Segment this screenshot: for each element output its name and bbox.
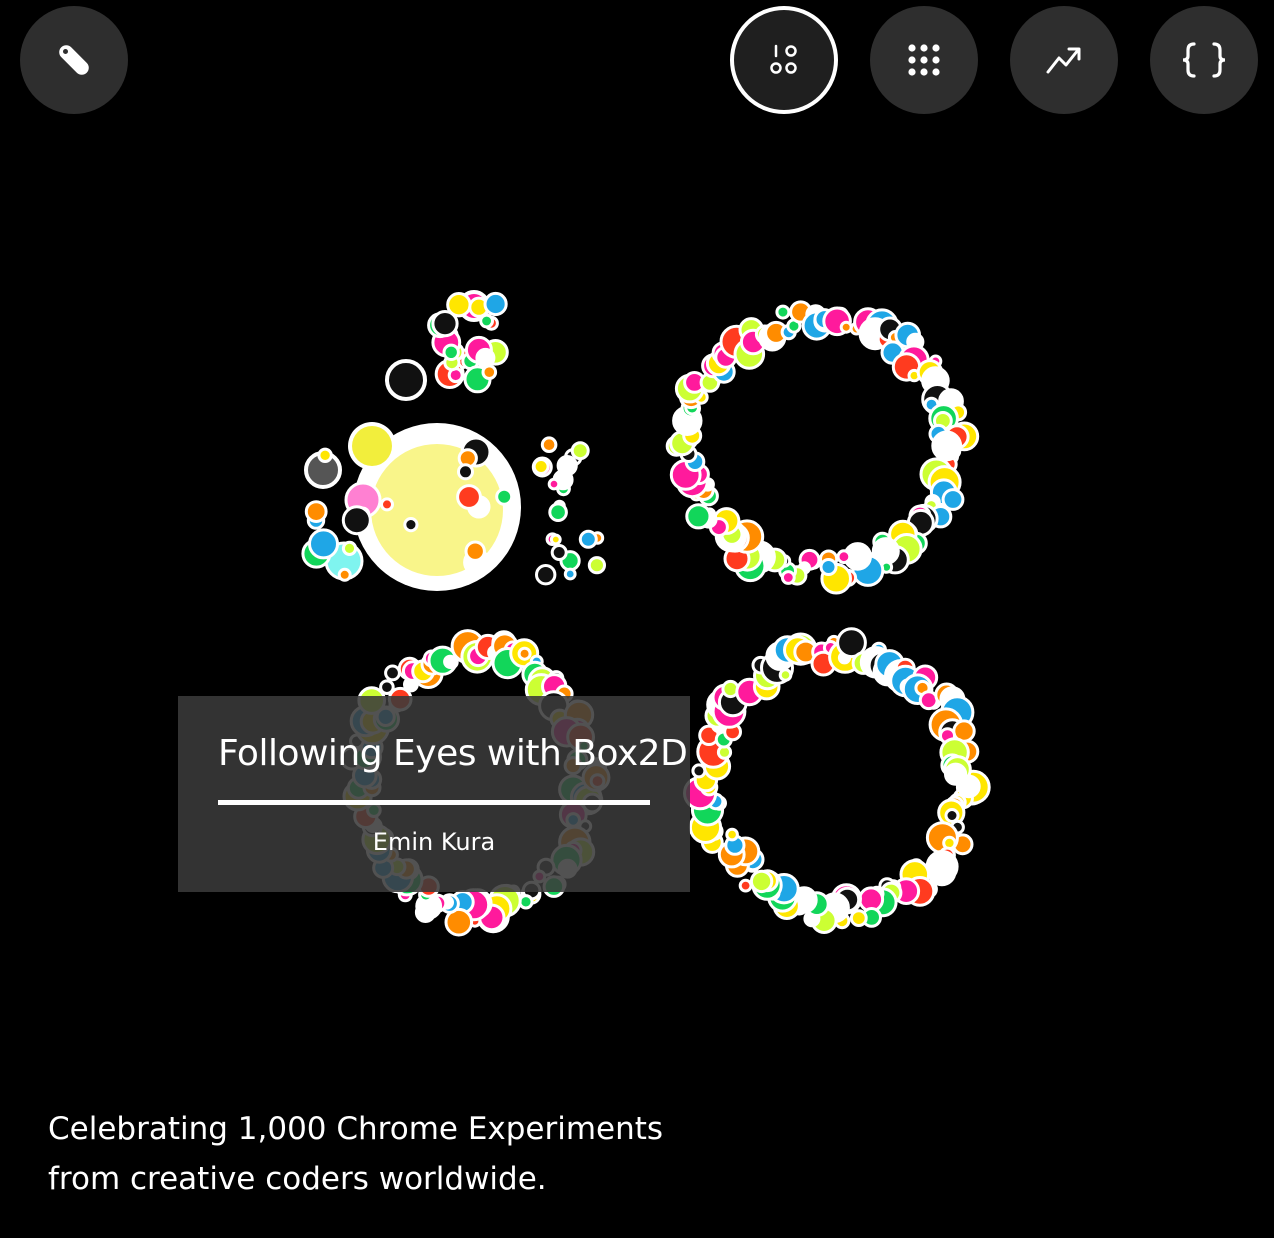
ball [957,774,981,799]
ball [819,558,838,576]
ball [341,540,358,557]
ball [775,304,791,320]
ball [685,503,712,530]
experiment-title[interactable]: Following Eyes with Box2D [218,732,688,776]
ball [778,668,793,682]
ball [317,447,333,463]
ball [414,901,437,924]
ball [532,458,550,475]
caption-divider [218,800,650,805]
ball [475,347,496,368]
ball [738,878,753,893]
ball [556,455,578,477]
ball [384,664,401,682]
experiment-artwork[interactable] [0,0,1274,1238]
ball [839,320,853,334]
ball [836,549,852,565]
ball [442,343,460,361]
ball [540,436,558,454]
ball [483,291,508,317]
ball [304,500,328,524]
ball [308,528,339,560]
ball [379,679,395,696]
ball [725,827,739,842]
experiment-caption[interactable]: Following Eyes with Box2D Emin Kura [178,696,690,892]
ball [780,570,796,585]
ball [931,430,963,462]
ball [337,567,352,582]
experiment-author[interactable]: Emin Kura [218,827,650,857]
ball [587,556,607,575]
tagline-line-2: from creative coders worldwide. [48,1161,547,1197]
page: Following Eyes with Box2D Emin Kura Cele… [0,0,1274,1238]
ball [380,497,394,512]
tagline-line-1: Celebrating 1,000 Chrome Experiments [48,1111,664,1147]
ball [548,502,568,523]
ball [341,505,372,536]
ball [679,415,696,431]
ball [849,909,868,927]
ball [578,529,598,549]
ball [749,869,774,894]
ball [944,808,960,823]
ball [443,654,458,669]
ball [563,567,577,581]
ball [570,441,590,461]
ball [457,463,474,481]
ball [535,564,557,586]
ball [464,540,486,562]
ball [550,544,568,561]
ball [456,484,482,510]
ball [517,646,532,661]
ball [431,310,459,338]
ball [495,487,514,506]
ball [547,477,561,491]
ball [549,533,562,546]
ball [403,517,419,533]
tagline: Celebrating 1,000 Chrome Experiments fro… [48,1104,748,1204]
